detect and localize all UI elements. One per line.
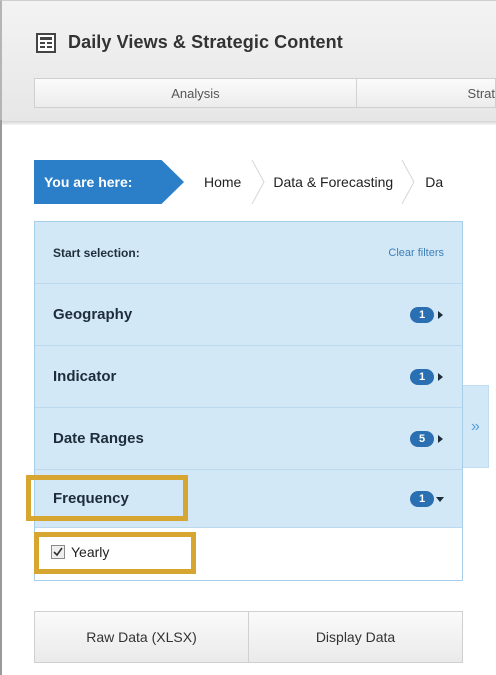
breadcrumb-data-forecasting[interactable]: Data & Forecasting: [265, 160, 401, 204]
count-badge: 1: [410, 368, 434, 385]
filter-panel: Start selection: Clear filters Geography…: [34, 221, 463, 581]
breadcrumb: You are here: Home Data & Forecasting Da: [34, 160, 443, 204]
chevron-right-icon: [438, 434, 443, 443]
app-header: Daily Views & Strategic Content: [36, 32, 343, 53]
action-bar: Raw Data (XLSX) Display Data: [34, 611, 463, 663]
facet-label: Geography: [53, 306, 133, 323]
left-border: [0, 120, 2, 675]
double-chevron-right-icon: »: [471, 417, 480, 435]
tab-analysis[interactable]: Analysis: [35, 79, 357, 107]
chevron-down-icon: [436, 496, 444, 502]
count-badge: 1: [410, 490, 434, 507]
facet-geography[interactable]: Geography 1: [35, 284, 462, 346]
app-title: Daily Views & Strategic Content: [68, 32, 343, 52]
count-badge: 1: [410, 306, 434, 323]
breadcrumb-data-label: Data & Forecasting: [273, 174, 394, 190]
facet-indicator[interactable]: Indicator 1: [35, 346, 462, 408]
facet-date-ranges[interactable]: Date Ranges 5: [35, 408, 462, 470]
display-data-button[interactable]: Display Data: [248, 612, 462, 662]
chevron-right-icon: [438, 372, 443, 381]
start-selection-row: Start selection: Clear filters: [35, 222, 462, 284]
report-icon: [36, 32, 56, 53]
highlight-yearly: [34, 532, 196, 574]
breadcrumb-separator-icon: [251, 160, 265, 204]
facet-label: Indicator: [53, 368, 117, 385]
breadcrumb-here: You are here:: [34, 160, 184, 204]
clear-filters-link[interactable]: Clear filters: [388, 247, 444, 259]
breadcrumb-home-label: Home: [204, 174, 242, 190]
chevron-right-icon: [438, 310, 443, 319]
expand-panel-toggle[interactable]: »: [463, 385, 489, 468]
start-selection-label: Start selection:: [53, 245, 140, 260]
main-nav: Analysis Strat: [34, 78, 496, 108]
breadcrumb-separator-icon: [401, 160, 415, 204]
header-shadow: [2, 121, 496, 125]
facet-label: Date Ranges: [53, 430, 144, 447]
breadcrumb-home[interactable]: Home: [184, 160, 251, 204]
raw-data-button[interactable]: Raw Data (XLSX): [35, 612, 248, 662]
count-badge: 5: [410, 430, 434, 447]
breadcrumb-next[interactable]: Da: [415, 160, 443, 204]
breadcrumb-next-label: Da: [425, 174, 444, 190]
tab-strategic[interactable]: Strat: [357, 79, 495, 107]
highlight-frequency: [26, 475, 188, 521]
